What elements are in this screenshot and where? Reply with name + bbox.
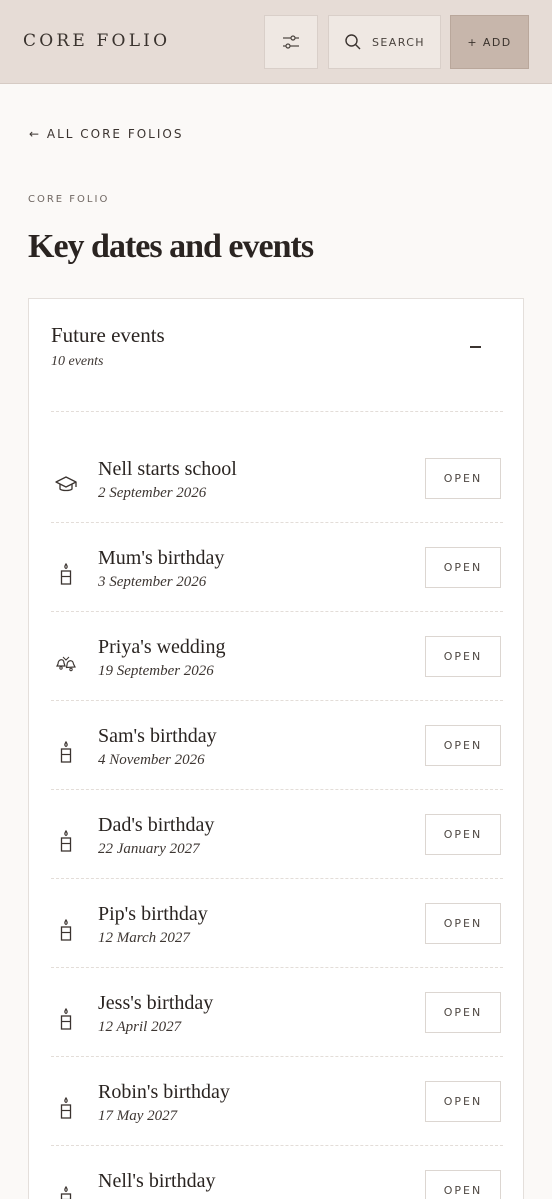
future-events-card: Future events 10 events Nell starts scho…	[28, 298, 524, 1199]
sliders-icon	[283, 35, 299, 49]
section-title: Future events	[51, 323, 165, 347]
open-button[interactable]: OPEN	[425, 547, 501, 588]
event-name: Nell's birthday	[98, 1170, 216, 1192]
event-name: Robin's birthday	[98, 1081, 230, 1103]
open-button[interactable]: OPEN	[425, 636, 501, 677]
event-row: Nell's birthday OPEN	[51, 1146, 503, 1199]
event-row: Jess's birthday 12 April 2027 OPEN	[51, 968, 503, 1057]
candle-icon	[53, 1006, 79, 1032]
open-button[interactable]: OPEN	[425, 1170, 501, 1199]
candle-icon	[53, 561, 79, 587]
event-date: 3 September 2026	[98, 574, 207, 590]
candle-icon	[53, 828, 79, 854]
event-row: Pip's birthday 12 March 2027 OPEN	[51, 879, 503, 968]
open-button[interactable]: OPEN	[425, 814, 501, 855]
event-row: Dad's birthday 22 January 2027 OPEN	[51, 790, 503, 879]
candle-icon	[53, 739, 79, 765]
event-row: Mum's birthday 3 September 2026 OPEN	[51, 523, 503, 612]
graduation-cap-icon	[53, 472, 79, 498]
open-button[interactable]: OPEN	[425, 725, 501, 766]
open-button[interactable]: OPEN	[425, 903, 501, 944]
event-row: Nell starts school 2 September 2026 OPEN	[51, 434, 503, 523]
event-name: Nell starts school	[98, 458, 237, 480]
candle-icon	[53, 1095, 79, 1121]
back-link[interactable]: ← ALL CORE FOLIOS	[29, 127, 183, 141]
event-date: 17 May 2027	[98, 1108, 178, 1124]
event-row: Priya's wedding 19 September 2026 OPEN	[51, 612, 503, 701]
event-name: Dad's birthday	[98, 814, 215, 836]
event-date: 4 November 2026	[98, 752, 205, 768]
top-bar: CORE FOLIO SEARCH + ADD	[0, 0, 552, 84]
event-row: Sam's birthday 4 November 2026 OPEN	[51, 701, 503, 790]
candle-icon	[53, 1184, 79, 1199]
open-button[interactable]: OPEN	[425, 992, 501, 1033]
open-button[interactable]: OPEN	[425, 1081, 501, 1122]
event-name: Pip's birthday	[98, 903, 208, 925]
filter-button[interactable]	[264, 15, 318, 69]
add-button[interactable]: + ADD	[450, 15, 529, 69]
event-row: Robin's birthday 17 May 2027 OPEN	[51, 1057, 503, 1146]
wedding-bells-icon	[53, 650, 79, 676]
search-icon	[345, 34, 361, 50]
page-title: Key dates and events	[28, 228, 314, 265]
event-date: 12 March 2027	[98, 930, 190, 946]
event-date: 19 September 2026	[98, 663, 214, 679]
event-name: Jess's birthday	[98, 992, 214, 1014]
divider	[51, 411, 503, 412]
event-name: Mum's birthday	[98, 547, 225, 569]
event-name: Sam's birthday	[98, 725, 217, 747]
event-date: 12 April 2027	[98, 1019, 182, 1035]
minus-icon[interactable]	[470, 346, 481, 348]
event-date: 22 January 2027	[98, 841, 200, 857]
event-name: Priya's wedding	[98, 636, 226, 658]
brand-logo[interactable]: CORE FOLIO	[23, 31, 170, 51]
search-button[interactable]: SEARCH	[328, 15, 441, 69]
candle-icon	[53, 917, 79, 943]
event-count: 10 events	[51, 354, 104, 369]
page-eyebrow: CORE FOLIO	[28, 194, 110, 205]
search-label: SEARCH	[372, 35, 425, 49]
event-date: 2 September 2026	[98, 485, 207, 501]
open-button[interactable]: OPEN	[425, 458, 501, 499]
